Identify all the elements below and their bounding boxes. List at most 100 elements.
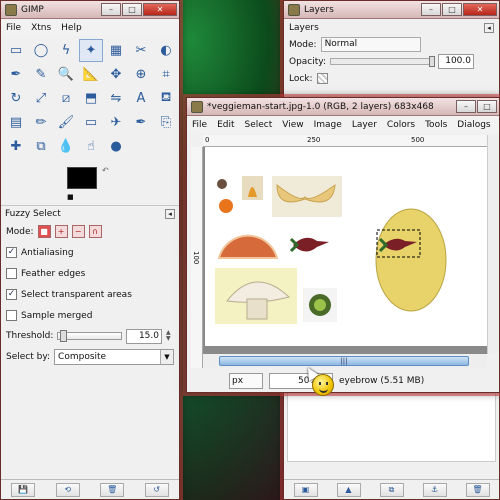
img-menu-view[interactable]: View — [282, 120, 303, 130]
smudge-tool-icon[interactable]: ☝ — [79, 135, 103, 158]
clone-tool-icon[interactable]: ⎘ — [154, 111, 178, 134]
threshold-slider-knob[interactable] — [60, 330, 68, 342]
scale-tool-icon[interactable]: ⤢ — [29, 87, 53, 110]
replace-mode-icon[interactable]: ■ — [37, 225, 51, 238]
threshold-slider[interactable] — [57, 330, 122, 342]
canvas-viewport[interactable] — [203, 147, 487, 354]
free-select-tool-icon[interactable]: ϟ — [54, 39, 78, 62]
measure-tool-icon[interactable]: 📐 — [79, 63, 103, 86]
img-menu-colors[interactable]: Colors — [387, 120, 415, 130]
blend-tool-icon[interactable]: ▤ — [4, 111, 28, 134]
horizontal-scrollbar[interactable]: ||| — [203, 354, 487, 368]
threshold-input[interactable]: 15.0 — [126, 328, 162, 344]
menu-help[interactable]: Help — [61, 23, 82, 33]
rect-select-tool-icon[interactable]: ▭ — [4, 39, 28, 62]
minimize-button[interactable]: – — [101, 3, 121, 16]
select-by-dropdown[interactable]: Composite ▼ — [54, 348, 174, 365]
zoom-tool-icon[interactable]: 🔍 — [54, 63, 78, 86]
select-by-color-tool-icon[interactable]: ▦ — [104, 39, 128, 62]
image-minimize-button[interactable]: – — [456, 100, 476, 113]
menu-xtns[interactable]: Xtns — [31, 23, 51, 33]
opacity-slider-knob[interactable] — [429, 56, 435, 67]
swap-colors-icon[interactable]: ↶ — [102, 166, 109, 175]
transparent-row[interactable]: ✓ Select transparent areas — [1, 284, 179, 305]
img-menu-file[interactable]: File — [192, 120, 207, 130]
tab-menu-icon[interactable]: ◂ — [165, 208, 175, 219]
default-colors-icon[interactable]: ■ — [67, 193, 74, 201]
paths-tool-icon[interactable]: ✒ — [4, 63, 28, 86]
layers-minimize-button[interactable]: – — [421, 3, 441, 16]
img-menu-layer[interactable]: Layer — [352, 120, 377, 130]
layers-list[interactable] — [287, 392, 496, 462]
img-menu-image[interactable]: Image — [314, 120, 342, 130]
blur-tool-icon[interactable]: 💧 — [54, 135, 78, 158]
menu-file[interactable]: File — [6, 23, 21, 33]
foreground-color-swatch[interactable] — [67, 167, 97, 189]
toolbox-titlebar[interactable]: GIMP – □ ✕ — [1, 1, 179, 19]
foreground-select-tool-icon[interactable]: ◐ — [154, 39, 178, 62]
reset-options-icon[interactable]: ↺ — [144, 482, 169, 497]
layers-mode-dropdown[interactable]: Normal — [320, 37, 421, 52]
img-menu-tools[interactable]: Tools — [425, 120, 447, 130]
text-tool-icon[interactable]: A — [129, 87, 153, 110]
perspective-tool-icon[interactable]: ⬒ — [79, 87, 103, 110]
flip-tool-icon[interactable]: ⇋ — [104, 87, 128, 110]
crop-tool-icon[interactable]: ⌗ — [154, 63, 178, 86]
color-picker-tool-icon[interactable]: ✎ — [29, 63, 53, 86]
eraser-tool-icon[interactable]: ▭ — [79, 111, 103, 134]
shear-tool-icon[interactable]: ⧄ — [54, 87, 78, 110]
duplicate-layer-icon[interactable]: ⧉ — [379, 482, 404, 497]
chevron-down-icon[interactable]: ▼ — [160, 349, 173, 364]
add-mode-icon[interactable]: + — [54, 225, 68, 238]
new-layer-icon[interactable]: ▣ — [293, 482, 318, 497]
feather-row[interactable]: Feather edges — [1, 263, 179, 284]
delete-layer-icon[interactable]: 🗑 — [465, 482, 490, 497]
select-transparent-checkbox[interactable]: ✓ — [6, 289, 17, 300]
heal-tool-icon[interactable]: ✚ — [4, 135, 28, 158]
move-tool-icon[interactable]: ✥ — [104, 63, 128, 86]
layers-titlebar[interactable]: Layers – □ ✕ — [284, 1, 499, 19]
raise-layer-icon[interactable]: ▲ — [336, 482, 361, 497]
align-tool-icon[interactable]: ⊕ — [129, 63, 153, 86]
threshold-spin-icon[interactable]: ▲ ▼ — [166, 330, 174, 342]
fuzzy-select-tool-icon[interactable]: ✦ — [79, 39, 103, 62]
opacity-input[interactable]: 100.0 — [438, 54, 474, 69]
perspective-clone-tool-icon[interactable]: ⧉ — [29, 135, 53, 158]
subtract-mode-icon[interactable]: − — [71, 225, 85, 238]
lock-alpha-checkbox[interactable] — [316, 73, 328, 84]
restore-options-icon[interactable]: ⟲ — [55, 482, 80, 497]
airbrush-tool-icon[interactable]: ✈ — [104, 111, 128, 134]
image-titlebar[interactable]: *veggieman-start.jpg-1.0 (RGB, 2 layers)… — [187, 98, 499, 116]
unit-dropdown[interactable]: px — [229, 373, 263, 389]
layers-maximize-button[interactable]: □ — [442, 3, 462, 16]
pencil-tool-icon[interactable]: ✏ — [29, 111, 53, 134]
ellipse-select-tool-icon[interactable]: ◯ — [29, 39, 53, 62]
horizontal-scroll-thumb[interactable]: ||| — [219, 356, 469, 366]
sample-merged-checkbox[interactable] — [6, 310, 17, 321]
opacity-slider[interactable] — [330, 56, 435, 67]
layers-tab-menu-icon[interactable]: ◂ — [484, 22, 494, 33]
antialiasing-checkbox[interactable]: ✓ — [6, 247, 17, 258]
bucket-fill-tool-icon[interactable]: ⛾ — [154, 87, 178, 110]
close-button[interactable]: ✕ — [143, 3, 177, 16]
image-canvas[interactable] — [205, 147, 487, 346]
intersect-mode-icon[interactable]: ∩ — [88, 225, 102, 238]
layers-close-button[interactable]: ✕ — [463, 3, 497, 16]
maximize-button[interactable]: □ — [122, 3, 142, 16]
paintbrush-tool-icon[interactable]: 🖌 — [54, 111, 78, 134]
img-menu-edit[interactable]: Edit — [217, 120, 234, 130]
scissors-tool-icon[interactable]: ✂ — [129, 39, 153, 62]
ink-tool-icon[interactable]: ✒ — [129, 111, 153, 134]
rotate-tool-icon[interactable]: ↻ — [4, 87, 28, 110]
image-maximize-button[interactable]: □ — [477, 100, 497, 113]
vertical-scrollbar[interactable] — [487, 135, 499, 354]
feather-checkbox[interactable] — [6, 268, 17, 279]
save-options-icon[interactable]: 💾 — [11, 482, 36, 497]
delete-options-icon[interactable]: 🗑 — [100, 482, 125, 497]
sample-merged-row[interactable]: Sample merged — [1, 305, 179, 326]
dodge-burn-tool-icon[interactable]: ● — [104, 135, 128, 158]
img-menu-select[interactable]: Select — [245, 120, 273, 130]
anchor-layer-icon[interactable]: ⚓ — [422, 482, 447, 497]
img-menu-dialogs[interactable]: Dialogs — [457, 120, 490, 130]
antialiasing-row[interactable]: ✓ Antialiasing — [1, 242, 179, 263]
